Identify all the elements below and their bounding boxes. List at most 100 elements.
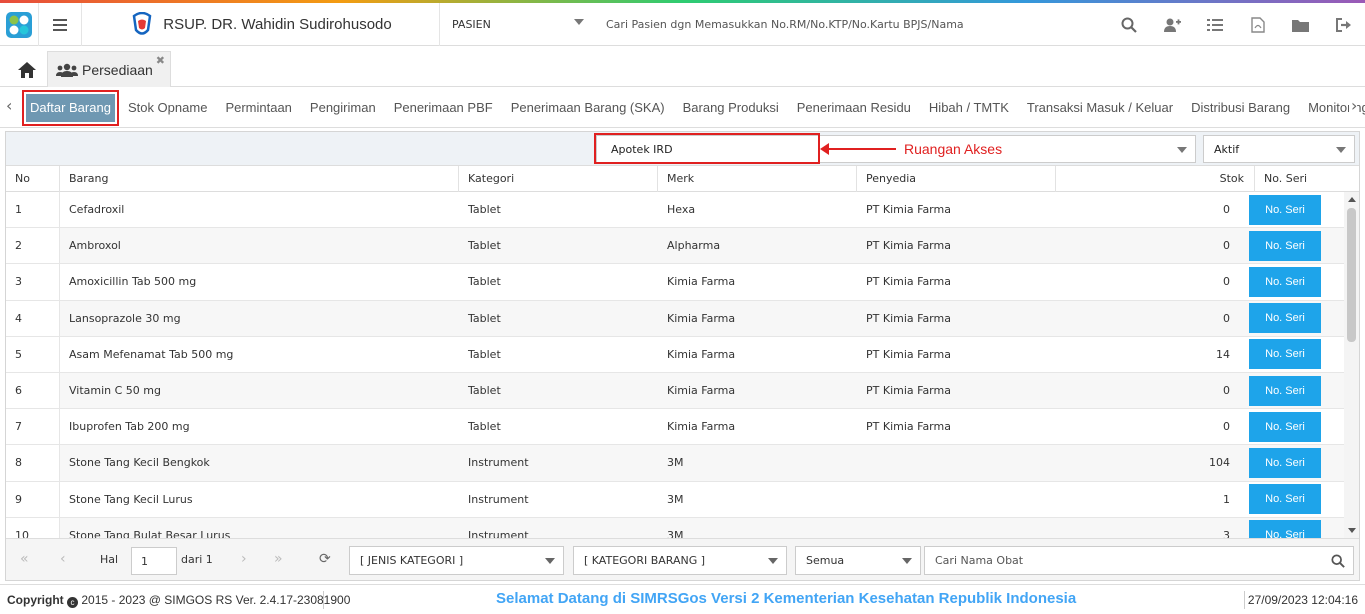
folder-button[interactable]	[1279, 3, 1322, 46]
col-header-stok[interactable]: Stok	[1056, 166, 1255, 192]
no-seri-button[interactable]: No. Seri	[1249, 411, 1321, 442]
cell-no-seri: No. Seri	[1240, 264, 1339, 299]
status-select[interactable]: Aktif	[1203, 135, 1355, 163]
patient-search-input[interactable]: Cari Pasien dgn Memasukkan No.RM/No.KTP/…	[600, 3, 1100, 46]
semua-select[interactable]: Semua	[795, 546, 921, 575]
menu-toggle-button[interactable]	[39, 3, 82, 46]
cell-no: 9	[6, 481, 60, 517]
patient-type-select[interactable]: PASIEN	[440, 3, 592, 46]
cell-merk: Kimia Farma	[667, 275, 736, 289]
no-seri-button[interactable]: No. Seri	[1249, 230, 1321, 261]
table-row[interactable]: 2 Ambroxol Tablet Alpharma PT Kimia Farma 0 No…	[6, 228, 1344, 265]
prev-page-icon[interactable]: ‹	[60, 551, 66, 567]
cell-stok: 1	[1223, 492, 1230, 506]
cell-merk: Kimia Farma	[667, 384, 736, 398]
cell-no-seri: No. Seri	[1240, 337, 1339, 372]
cell-barang: Amoxicillin Tab 500 mg	[69, 275, 197, 289]
window-tab-bar: Persediaan ✖	[0, 46, 1365, 87]
search-button[interactable]	[1107, 3, 1150, 46]
cell-penyedia	[857, 445, 1056, 480]
cell-penyedia: PT Kimia Farma	[866, 384, 951, 398]
col-header-penyedia[interactable]: Penyedia	[857, 166, 1056, 192]
col-header-kategori[interactable]: Kategori	[459, 166, 658, 192]
subnav-tab-distribusi-barang[interactable]: Distribusi Barang	[1182, 94, 1299, 122]
subnav-scroll-left-icon[interactable]: ‹	[6, 96, 12, 115]
subnav-tab-penerimaan-residu[interactable]: Penerimaan Residu	[788, 94, 920, 122]
home-tab[interactable]	[8, 56, 46, 84]
app-logo[interactable]	[0, 3, 39, 46]
subnav-tab-permintaan[interactable]: Permintaan	[216, 94, 300, 122]
subnav-tab-barang-produksi[interactable]: Barang Produksi	[674, 94, 788, 122]
subnav-tab-stok-opname[interactable]: Stok Opname	[119, 94, 217, 122]
no-seri-button[interactable]: No. Seri	[1249, 266, 1321, 297]
scrollbar-thumb[interactable]	[1347, 208, 1356, 342]
table-row[interactable]: 6 Vitamin C 50 mg Tablet Kimia Farma PT Kimi…	[6, 372, 1344, 410]
cell-merk: 3M	[667, 492, 684, 506]
cell-kategori: Tablet	[468, 384, 501, 398]
refresh-icon[interactable]: ⟳	[319, 551, 331, 567]
cell-stok: 0	[1223, 311, 1230, 325]
table-scrollbar[interactable]	[1344, 192, 1359, 538]
kategori-barang-select[interactable]: [ KATEGORI BARANG ]	[573, 546, 787, 575]
table-row[interactable]: 1 Cefadroxil Tablet Hexa PT Kimia Farma 0 No. …	[6, 192, 1344, 229]
no-seri-button[interactable]: No. Seri	[1249, 375, 1321, 406]
col-header-no-seri[interactable]: No. Seri	[1255, 166, 1354, 192]
subnav-tab-transaksi-masuk-keluar[interactable]: Transaksi Masuk / Keluar	[1018, 94, 1182, 122]
close-tab-icon[interactable]: ✖	[156, 54, 165, 67]
pdf-button[interactable]	[1236, 3, 1279, 46]
tab-persediaan[interactable]: Persediaan ✖	[47, 51, 171, 87]
col-header-merk[interactable]: Merk	[658, 166, 857, 192]
cell-stok: 0	[1223, 275, 1230, 289]
cell-barang: Ambroxol	[69, 239, 121, 253]
table-row[interactable]: 7 Ibuprofen Tab 200 mg Tablet Kimia Farma PT…	[6, 409, 1344, 446]
no-seri-button[interactable]: No. Seri	[1249, 484, 1321, 515]
cell-no: 7	[6, 409, 60, 445]
no-seri-button[interactable]: No. Seri	[1249, 194, 1321, 225]
table-row[interactable]: 4 Lansoprazole 30 mg Tablet Kimia Farma PT K…	[6, 300, 1344, 337]
table-row[interactable]: 10 Stone Tang Bulat Besar Lurus Instrument…	[6, 517, 1344, 538]
subnav-tab-pengiriman[interactable]: Pengiriman	[301, 94, 385, 122]
cari-nama-obat-input[interactable]: Cari Nama Obat	[924, 546, 1354, 575]
cell-stok: 104	[1209, 456, 1230, 470]
subnav-tab-penerimaan-barang-ska[interactable]: Penerimaan Barang (SKA)	[502, 94, 674, 122]
module-subnav: ‹ Daftar Barang Stok Opname Permintaan Peng…	[0, 88, 1365, 128]
last-page-icon[interactable]: »	[274, 551, 283, 567]
no-seri-button[interactable]: No. Seri	[1249, 447, 1321, 478]
subnav-tab-hibah-tmtk[interactable]: Hibah / TMTK	[920, 94, 1018, 122]
cell-no: 3	[6, 264, 60, 300]
table-row[interactable]: 5 Asam Mefenamat Tab 500 mg Tablet Kimia Fa…	[6, 336, 1344, 373]
search-icon[interactable]	[1331, 554, 1345, 568]
cell-no-seri: No. Seri	[1240, 482, 1339, 517]
page-number-value: 1	[141, 554, 148, 568]
list-button[interactable]	[1193, 3, 1236, 46]
table-header: No Barang Kategori Merk Penyedia Stok No…	[6, 166, 1359, 192]
scroll-up-icon[interactable]	[1348, 197, 1356, 202]
cell-no-seri: No. Seri	[1240, 228, 1339, 263]
next-page-icon[interactable]: ›	[241, 551, 247, 567]
no-seri-button[interactable]: No. Seri	[1249, 303, 1321, 334]
chevron-down-icon	[768, 558, 778, 564]
subnav-tab-penerimaan-pbf[interactable]: Penerimaan PBF	[385, 94, 502, 122]
scroll-down-icon[interactable]	[1348, 528, 1356, 533]
list-icon	[1206, 18, 1223, 31]
cell-kategori: Instrument	[468, 528, 529, 538]
table-row[interactable]: 3 Amoxicillin Tab 500 mg Tablet Kimia Farma…	[6, 264, 1344, 301]
pdf-icon	[1250, 16, 1265, 33]
col-header-barang[interactable]: Barang	[60, 166, 459, 192]
ruangan-select[interactable]: Apotek IRD	[596, 135, 1196, 163]
page-number-input[interactable]: 1	[131, 547, 177, 575]
no-seri-button[interactable]: No. Seri	[1249, 339, 1321, 370]
add-patient-button[interactable]	[1150, 3, 1193, 46]
logout-button[interactable]	[1322, 3, 1365, 46]
table-row[interactable]: 9 Stone Tang Kecil Lurus Instrument 3M 1 No. …	[6, 481, 1344, 518]
jenis-kategori-select[interactable]: [ JENIS KATEGORI ]	[349, 546, 564, 575]
footer-divider	[1244, 591, 1245, 609]
first-page-icon[interactable]: «	[20, 551, 29, 567]
subnav-tab-daftar-barang[interactable]: Daftar Barang	[22, 90, 119, 126]
subnav-scroll-right-icon[interactable]: ›	[1349, 96, 1358, 115]
col-header-no[interactable]: No	[6, 166, 60, 192]
patient-type-value: PASIEN	[452, 18, 491, 31]
no-seri-button[interactable]: No. Seri	[1249, 520, 1321, 538]
table-row[interactable]: 8 Stone Tang Kecil Bengkok Instrument 3M 104…	[6, 445, 1344, 482]
datetime: 27/09/2023 12:04:16	[1247, 593, 1358, 607]
